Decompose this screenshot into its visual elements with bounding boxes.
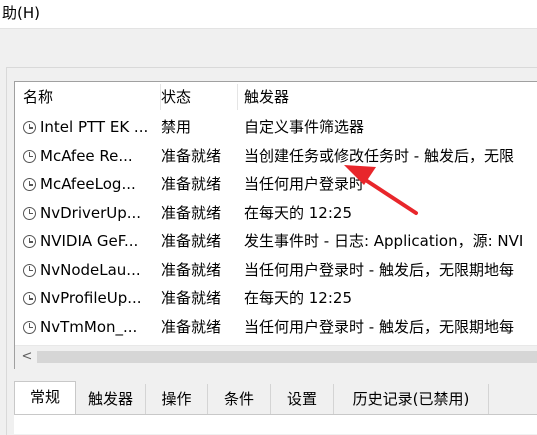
task-status: 准备就绪 <box>161 232 222 250</box>
task-status: 准备就绪 <box>161 260 222 279</box>
column-header-trigger[interactable]: 触发器 <box>236 82 536 112</box>
task-name: NvNodeLau... <box>40 260 141 279</box>
clock-icon <box>23 206 36 220</box>
task-name-cell: NvTmMon_... <box>23 313 159 341</box>
task-name: NVIDIA GeF... <box>40 232 139 250</box>
clock-icon <box>23 149 36 163</box>
task-status: 准备就绪 <box>161 203 222 222</box>
menu-bar: 助(H) <box>0 0 537 29</box>
task-trigger: 当创建任务或修改任务时 - 触发后，无限 <box>244 146 514 165</box>
clock-icon <box>23 235 36 248</box>
task-name-cell: Intel PTT EK ... <box>23 113 159 141</box>
menu-help[interactable]: 助(H) <box>0 3 42 23</box>
task-name-cell: NVIDIA GeF... <box>23 227 159 255</box>
table-row[interactable]: NvTmMon_... 准备就绪 当任何用户登录时 - 触发后，无限期地每 <box>15 313 537 341</box>
column-header-status[interactable]: 状态 <box>153 82 236 112</box>
task-trigger: 当任何用户登录时 <box>244 175 365 193</box>
horizontal-scrollbar[interactable]: < <box>15 345 537 369</box>
task-name: McAfee Re... <box>40 146 133 165</box>
task-trigger: 在每天的 12:25 <box>244 289 352 307</box>
task-name-cell: McAfee Re... <box>23 142 159 170</box>
task-name-cell: NvProfileUp... <box>23 284 159 312</box>
task-name: McAfeeLog... <box>40 175 136 193</box>
column-header-row: 名称 状态 触发器 <box>15 82 537 112</box>
task-trigger: 当任何用户登录时 - 触发后，无限期地每 <box>244 260 514 279</box>
task-status: 准备就绪 <box>161 175 222 193</box>
task-status: 准备就绪 <box>161 146 222 165</box>
task-status: 准备就绪 <box>161 289 222 307</box>
tab-general[interactable]: 常规 <box>14 381 76 415</box>
table-row[interactable]: NVIDIA GeF... 准备就绪 发生事件时 - 日志: Applicati… <box>15 227 537 255</box>
table-row[interactable]: NvDriverUp... 准备就绪 在每天的 12:25 <box>15 199 537 227</box>
task-status: 禁用 <box>161 118 192 136</box>
toolbar-gap <box>0 29 537 67</box>
table-row[interactable]: McAfee Re... 准备就绪 当创建任务或修改任务时 - 触发后，无限 <box>15 142 537 170</box>
table-row[interactable]: McAfeeLog... 准备就绪 当任何用户登录时 <box>15 170 537 198</box>
task-trigger: 发生事件时 - 日志: Application，源: NVI <box>244 232 524 250</box>
task-name-cell: McAfeeLog... <box>23 170 159 198</box>
tab-conditions[interactable]: 条件 <box>208 384 271 414</box>
task-status: 准备就绪 <box>161 317 222 336</box>
column-header-name[interactable]: 名称 <box>15 82 160 112</box>
task-name-cell: NvNodeLau... <box>23 256 159 284</box>
tab-actions[interactable]: 操作 <box>146 384 208 414</box>
task-trigger: 当任何用户登录时 - 触发后，无限期地每 <box>244 317 514 336</box>
tab-triggers[interactable]: 触发器 <box>76 384 146 414</box>
table-row[interactable]: NvNodeLau... 准备就绪 当任何用户登录时 - 触发后，无限期地每 <box>15 256 537 284</box>
tab-content-area <box>14 415 537 434</box>
table-row[interactable]: Intel PTT EK ... 禁用 自定义事件筛选器 <box>15 113 537 141</box>
task-trigger: 自定义事件筛选器 <box>244 118 365 136</box>
clock-icon <box>23 263 36 277</box>
task-name: NvDriverUp... <box>40 203 142 222</box>
task-list: 名称 状态 触发器 Intel PTT EK ... 禁用 自定义事件筛选器 M… <box>14 81 537 369</box>
table-row[interactable]: NvProfileUp... 准备就绪 在每天的 12:25 <box>15 284 537 312</box>
task-name: NvProfileUp... <box>40 289 142 307</box>
scroll-left-button[interactable]: < <box>19 348 35 366</box>
details-tabs: 常规 触发器 操作 条件 设置 历史记录(已禁用) <box>14 377 537 434</box>
tab-history[interactable]: 历史记录(已禁用) <box>334 384 489 414</box>
clock-icon <box>23 178 36 191</box>
task-name: Intel PTT EK ... <box>40 118 149 136</box>
scrollbar-thumb[interactable] <box>37 351 537 363</box>
task-name: NvTmMon_... <box>40 317 138 336</box>
tab-settings[interactable]: 设置 <box>271 384 334 414</box>
task-trigger: 在每天的 12:25 <box>244 203 352 222</box>
clock-icon <box>23 121 36 134</box>
clock-icon <box>23 320 36 334</box>
task-name-cell: NvDriverUp... <box>23 199 159 227</box>
clock-icon <box>23 292 36 305</box>
